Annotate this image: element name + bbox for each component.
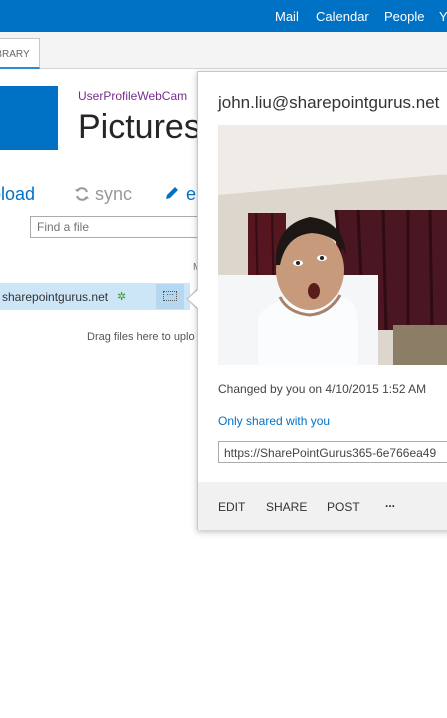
site-logo[interactable] xyxy=(0,86,58,150)
webcam-photo xyxy=(218,125,447,365)
edit-label: e xyxy=(186,184,197,204)
upload-button[interactable]: upload xyxy=(0,184,35,205)
file-name[interactable]: sharepointgurus.net xyxy=(2,290,108,304)
tab-library[interactable]: LIBRARY xyxy=(0,38,40,69)
open-menu-button[interactable]: ··· xyxy=(156,284,184,309)
upload-label: upload xyxy=(0,184,36,204)
sync-icon xyxy=(75,187,89,201)
sync-button[interactable]: sync xyxy=(74,184,132,205)
new-item-icon: ✲ xyxy=(117,291,127,303)
nav-calendar[interactable]: Calendar xyxy=(316,9,369,24)
ribbon xyxy=(0,32,447,69)
edit-button[interactable]: e xyxy=(163,184,196,205)
file-url-field[interactable]: https://SharePointGurus365-6e766ea49 xyxy=(218,441,447,463)
search-input[interactable] xyxy=(30,216,205,238)
nav-people[interactable]: People xyxy=(384,9,424,24)
ellipsis-icon: ··· xyxy=(163,291,177,301)
sharing-link[interactable]: Only shared with you xyxy=(218,414,330,428)
drag-drop-hint: Drag files here to uplo xyxy=(87,331,195,343)
share-action[interactable]: SHARE xyxy=(266,500,307,514)
file-preview-image[interactable] xyxy=(218,125,447,365)
post-action[interactable]: POST xyxy=(327,500,360,514)
sync-label: sync xyxy=(95,184,133,204)
site-name-link[interactable]: UserProfileWebCam xyxy=(78,89,187,103)
pencil-icon xyxy=(166,187,178,199)
nav-more[interactable]: Y xyxy=(439,9,447,24)
edit-action[interactable]: EDIT xyxy=(218,500,245,514)
suite-bar: Mail Calendar People Y xyxy=(0,0,447,32)
callout-title: john.liu@sharepointgurus.net xyxy=(218,93,440,112)
modified-info: Changed by you on 4/10/2015 1:52 AM xyxy=(218,382,427,396)
file-callout: john.liu@sharepointgurus.net Changed by … xyxy=(197,71,447,530)
tab-library-label: LIBRARY xyxy=(0,49,30,60)
page-title: Pictures xyxy=(78,108,201,146)
callout-pointer xyxy=(188,289,199,309)
more-actions-button[interactable]: ... xyxy=(385,496,395,510)
nav-mail[interactable]: Mail xyxy=(275,9,299,24)
callout-actions: EDIT SHARE POST ... xyxy=(198,482,447,530)
